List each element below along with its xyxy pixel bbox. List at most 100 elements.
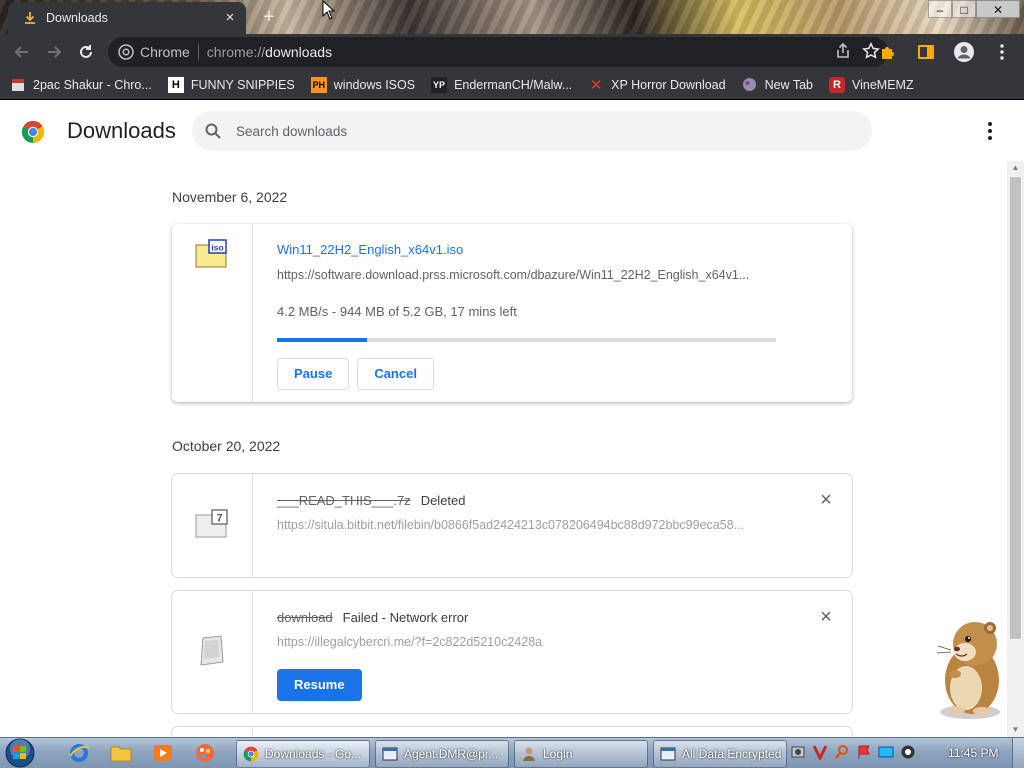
close-window-button[interactable]: ✕ [976,0,1020,18]
cancel-button[interactable]: Cancel [357,358,434,390]
page-title: Downloads [67,118,176,143]
toolbar: Chrome chrome://downloads [0,34,1024,70]
tray-display-icon[interactable] [878,744,894,765]
download-item: iso Win11_22H2_English_x64v1.iso https:/… [172,224,852,402]
file-name: ___READ_THIS___.7z [277,493,411,508]
source-url[interactable]: https://illegalcybercri.me/?f=2c822d5210… [277,635,775,649]
profile-button[interactable] [948,36,980,68]
scroll-down-arrow-icon[interactable]: ▼ [1007,723,1024,737]
back-arrow-icon [14,46,28,58]
bookmark-item[interactable]: YP EndermanCH/Malw... [431,76,573,93]
taskbar-item-agent[interactable]: Agent.DMR@pr... [375,740,509,768]
progress-description: 4.2 MB/s - 944 MB of 5.2 GB, 17 mins lef… [277,304,517,319]
title-bar: Downloads × + – □ ✕ [0,0,1024,34]
bookmark-favicon-h-icon: H [167,76,184,93]
chrome-site-icon [118,44,134,60]
bookmark-item[interactable]: 2pac Shakur - Chro... [10,77,152,93]
svg-text:7: 7 [216,513,222,525]
tab-close-icon[interactable]: × [222,10,238,26]
chrome-menu-button[interactable] [986,36,1018,68]
hamster-mascot-icon [936,622,1000,719]
reload-button[interactable] [70,36,102,68]
7z-file-icon: 7 [195,509,228,538]
media-player-icon[interactable] [148,739,178,767]
bookmark-label: FUNNY SNIPPIES [190,77,295,92]
more-actions-button[interactable] [978,119,1002,143]
window-controls: – □ ✕ [928,0,1020,20]
minimize-button[interactable]: – [928,0,952,18]
status-label: Deleted [420,493,466,508]
maximize-button[interactable]: □ [952,0,976,18]
tray-flag-icon[interactable] [856,744,872,765]
address-bar[interactable]: Chrome chrome://downloads [108,37,888,67]
reload-icon [80,45,92,58]
share-icon[interactable] [834,42,852,65]
resume-button[interactable]: Resume [277,669,362,701]
paint-icon[interactable] [190,739,220,767]
bookmark-item[interactable]: ✕ XP Horror Download [588,77,726,94]
forward-button[interactable] [38,36,70,68]
remove-from-list-icon[interactable]: × [816,607,836,627]
tray-v-icon[interactable] [812,744,828,765]
bookmark-item[interactable]: H FUNNY SNIPPIES [167,76,295,93]
forward-arrow-icon [48,46,62,58]
more-vert-icon [1000,44,1004,60]
start-button[interactable] [0,738,40,768]
side-panel-icon [918,45,934,59]
download-actions: Pause Cancel [277,358,434,390]
bookmark-label: XP Horror Download [611,77,726,92]
bookmark-item[interactable]: R VineMEMZ [829,76,914,93]
taskbar-item-label: Agent.DMR@pr... [404,747,499,761]
chrome-logo-icon [21,120,45,144]
source-url[interactable]: https://software.download.prss.microsoft… [277,268,775,282]
download-item: 7 ___READ_THIS___.7z Deleted https://situ… [172,474,852,577]
taskbar-item-label: Login [543,747,573,761]
window-icon [382,746,398,762]
file-icon-column: 7 [172,474,253,577]
search-box[interactable] [192,111,872,151]
bookmarks-bar: 2pac Shakur - Chro... H FUNNY SNIPPIES P… [0,70,1024,100]
taskbar-item-encrypted[interactable]: All Data Encrypted [653,740,787,768]
back-button[interactable] [6,36,38,68]
file-name-link[interactable]: Win11_22H2_English_x64v1.iso [277,242,463,257]
tray-network-icon[interactable] [790,744,806,765]
window-icon [660,746,676,762]
side-panel-button[interactable] [910,36,942,68]
extensions-button[interactable] [872,36,904,68]
download-favicon-icon [22,10,38,26]
tray-volume-icon[interactable] [900,744,916,765]
avatar-icon [954,42,974,62]
source-url[interactable]: https://situla.bitbit.net/filebin/b0866f… [277,518,775,532]
scroll-up-arrow-icon[interactable]: ▲ [1007,161,1024,175]
taskbar-item-chrome[interactable]: Downloads - Go... [236,740,370,768]
bookmark-favicon-globe-icon [742,77,758,93]
puzzle-icon [882,47,894,59]
tray-search-icon[interactable] [834,744,850,765]
show-desktop-button[interactable] [1012,738,1024,768]
taskbar-item-login[interactable]: Login [514,740,648,768]
chrome-icon [243,746,259,762]
remove-from-list-icon[interactable]: × [816,490,836,510]
search-input[interactable] [236,123,836,139]
download-item: download Failed - Network error https://i… [172,591,852,713]
tab-title: Downloads [46,11,108,25]
windows-taskbar: Downloads - Go... Agent.DMR@pr... Login … [0,737,1024,768]
bookmark-item[interactable]: New Tab [742,77,813,93]
pause-button[interactable]: Pause [277,358,350,390]
downloads-header: Downloads [0,101,1024,161]
taskbar-clock[interactable]: 11:45 PM [948,746,998,760]
new-tab-button[interactable]: + [258,6,280,28]
tab-downloads[interactable]: Downloads × [8,2,246,34]
file-icon-column [172,591,253,713]
bookmark-label: EndermanCH/Malw... [454,77,573,92]
mouse-cursor-icon [322,0,336,20]
internet-explorer-icon[interactable] [64,739,94,767]
bookmark-item[interactable]: PH windows ISOS [310,76,415,93]
file-title-row: ___READ_THIS___.7z Deleted [277,492,466,510]
scrollbar-thumb[interactable] [1010,177,1021,639]
url-path: downloads [265,44,333,60]
iso-file-icon: iso [195,239,227,268]
taskbar-item-label: All Data Encrypted [682,747,782,761]
file-explorer-icon[interactable] [106,739,136,767]
url-host: chrome:// [206,44,266,60]
